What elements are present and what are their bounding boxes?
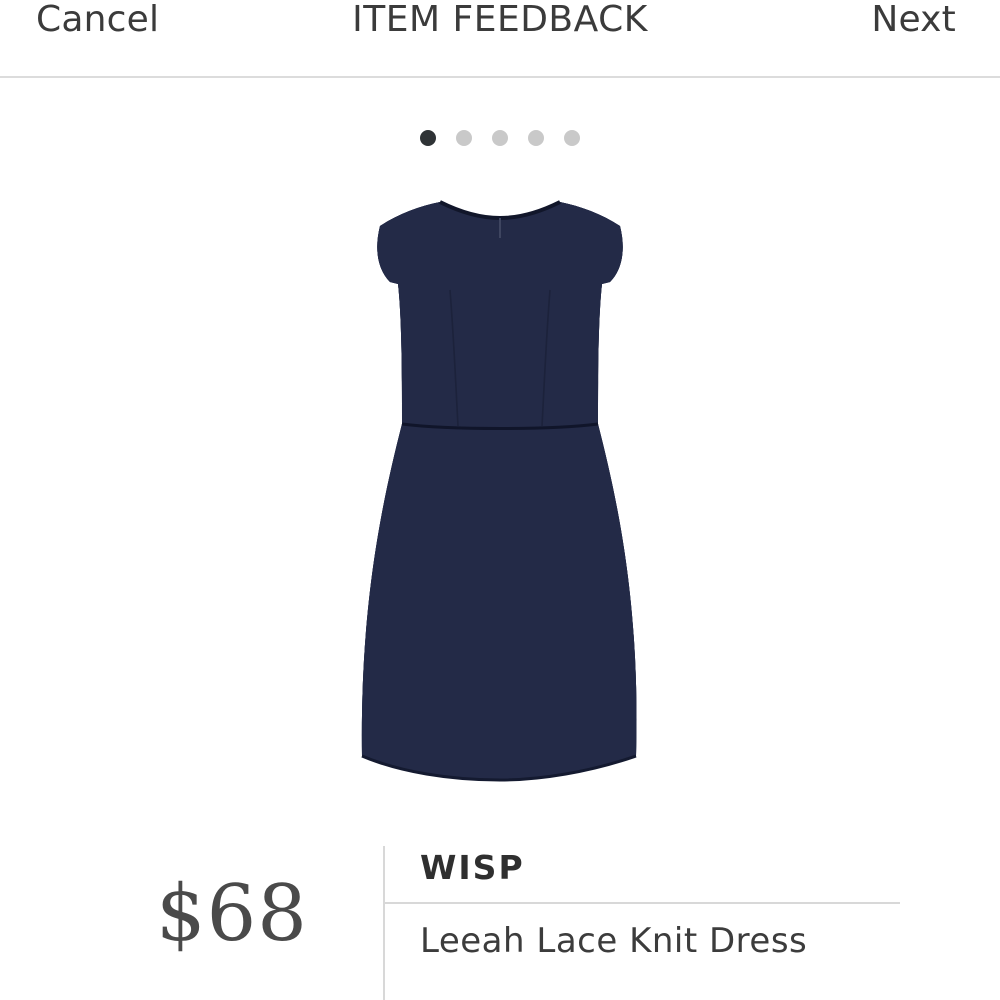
product-image[interactable] [340, 190, 660, 790]
carousel-dot-2[interactable] [456, 130, 472, 146]
item-price: $68 [156, 869, 308, 959]
cancel-button[interactable]: Cancel [36, 0, 159, 40]
vertical-divider [383, 846, 385, 1000]
carousel-dot-4[interactable] [528, 130, 544, 146]
item-name: Leeah Lace Knit Dress [420, 921, 808, 961]
carousel-dot-5[interactable] [564, 130, 580, 146]
next-button[interactable]: Next [871, 0, 956, 40]
carousel-pagination [0, 130, 1000, 146]
brand-name: WISP [420, 848, 525, 887]
carousel-dot-3[interactable] [492, 130, 508, 146]
top-navigation-bar: ITEM FEEDBACK Cancel Next [0, 0, 1000, 78]
item-feedback-screen: ITEM FEEDBACK Cancel Next $68 WISP Leeah… [0, 0, 1000, 1000]
horizontal-divider [385, 902, 900, 904]
carousel-dot-1[interactable] [420, 130, 436, 146]
navy-lace-dress-image [361, 200, 637, 782]
